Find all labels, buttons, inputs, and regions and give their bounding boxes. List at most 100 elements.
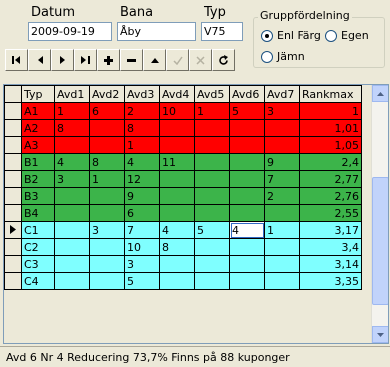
typ-cell[interactable]: B3 <box>21 187 55 205</box>
avd-cell[interactable]: 4 <box>229 221 265 239</box>
avd-cell[interactable] <box>89 136 125 154</box>
avd-cell[interactable] <box>54 255 90 273</box>
column-header-rankmax[interactable]: Rankmax <box>299 85 362 103</box>
table-row[interactable]: B3 9 2 2,76 <box>4 187 362 205</box>
last-record-button[interactable] <box>74 49 97 71</box>
cancel-button[interactable] <box>189 49 212 71</box>
avd-cell[interactable] <box>159 272 195 290</box>
avd-cell[interactable] <box>54 136 90 154</box>
avd-cell[interactable] <box>194 255 230 273</box>
typ-cell[interactable]: B1 <box>21 153 55 171</box>
refresh-button[interactable] <box>212 49 235 71</box>
datum-field[interactable]: 2009-09-19 <box>28 22 112 41</box>
avd-cell[interactable]: 6 <box>89 102 125 120</box>
avd-cell[interactable]: 1 <box>124 136 160 154</box>
typ-cell[interactable]: C2 <box>21 238 55 256</box>
avd-cell[interactable] <box>54 238 90 256</box>
avd-cell[interactable]: 10 <box>124 238 160 256</box>
avd-cell[interactable] <box>229 170 265 188</box>
table-row[interactable]: B2 3 1 12 7 2,77 <box>4 170 362 188</box>
vertical-scrollbar[interactable] <box>371 85 388 343</box>
avd-cell[interactable]: 10 <box>159 102 195 120</box>
avd-cell[interactable] <box>264 204 300 222</box>
avd-cell[interactable]: 9 <box>124 187 160 205</box>
table-row[interactable]: C1 3 7 4 5 4 1 3,17 <box>4 221 362 239</box>
avd-cell[interactable] <box>229 187 265 205</box>
rankmax-cell[interactable]: 2,4 <box>299 153 362 171</box>
typ-cell[interactable]: C4 <box>21 272 55 290</box>
avd-cell[interactable] <box>229 136 265 154</box>
avd-cell[interactable]: 11 <box>159 153 195 171</box>
rankmax-cell[interactable]: 1,01 <box>299 119 362 137</box>
scrollbar-thumb[interactable] <box>372 177 388 305</box>
avd-cell[interactable] <box>194 272 230 290</box>
column-header-avd6[interactable]: Avd6 <box>229 85 265 103</box>
avd-cell[interactable] <box>264 255 300 273</box>
bana-field[interactable]: Åby <box>117 22 196 41</box>
avd-cell[interactable] <box>54 187 90 205</box>
avd-cell[interactable] <box>159 170 195 188</box>
avd-cell[interactable] <box>54 204 90 222</box>
avd-cell[interactable]: 4 <box>124 153 160 171</box>
avd-cell[interactable] <box>159 255 195 273</box>
avd-cell[interactable] <box>89 204 125 222</box>
avd-cell[interactable] <box>194 153 230 171</box>
avd-cell[interactable]: 4 <box>54 153 90 171</box>
avd-cell[interactable] <box>264 136 300 154</box>
column-header-avd7[interactable]: Avd7 <box>264 85 300 103</box>
avd-cell[interactable] <box>159 187 195 205</box>
rankmax-cell[interactable]: 1,05 <box>299 136 362 154</box>
table-row[interactable]: B1 4 8 4 11 9 2,4 <box>4 153 362 171</box>
avd-cell[interactable] <box>229 255 265 273</box>
avd-cell[interactable]: 8 <box>124 119 160 137</box>
avd-cell[interactable]: 3 <box>54 170 90 188</box>
avd-cell[interactable]: 3 <box>124 255 160 273</box>
avd-cell[interactable]: 1 <box>264 221 300 239</box>
avd-cell[interactable] <box>264 238 300 256</box>
typ-cell[interactable]: B2 <box>21 170 55 188</box>
avd-cell[interactable] <box>229 238 265 256</box>
radio-egen[interactable]: Egen <box>325 29 369 42</box>
avd-cell[interactable]: 3 <box>89 221 125 239</box>
avd-cell[interactable] <box>229 204 265 222</box>
rankmax-cell[interactable]: 2,77 <box>299 170 362 188</box>
avd-cell[interactable]: 8 <box>159 238 195 256</box>
rankmax-cell[interactable]: 1 <box>299 102 362 120</box>
radio-jamn[interactable]: Jämn <box>261 50 305 63</box>
avd-cell[interactable]: 7 <box>264 170 300 188</box>
table-row[interactable]: B4 6 2,55 <box>4 204 362 222</box>
avd-cell[interactable]: 8 <box>54 119 90 137</box>
avd-cell[interactable] <box>194 136 230 154</box>
column-header-avd2[interactable]: Avd2 <box>89 85 125 103</box>
avd-cell[interactable] <box>229 272 265 290</box>
typ-cell[interactable]: A3 <box>21 136 55 154</box>
rankmax-cell[interactable]: 2,55 <box>299 204 362 222</box>
prior-record-button[interactable] <box>28 49 51 71</box>
avd-cell[interactable]: 4 <box>159 221 195 239</box>
first-record-button[interactable] <box>5 49 28 71</box>
table-row[interactable]: A3 1 1,05 <box>4 136 362 154</box>
table-row[interactable]: C2 10 8 3,4 <box>4 238 362 256</box>
column-header-typ[interactable]: Typ <box>21 85 55 103</box>
typ-field[interactable]: V75 <box>201 22 243 41</box>
rankmax-cell[interactable]: 3,17 <box>299 221 362 239</box>
avd-cell[interactable]: 2 <box>264 187 300 205</box>
avd-cell[interactable]: 3 <box>264 102 300 120</box>
radio-enl-farg[interactable]: Enl Färg <box>261 29 321 42</box>
avd-cell[interactable] <box>194 170 230 188</box>
avd-cell[interactable] <box>54 272 90 290</box>
avd-cell[interactable] <box>89 255 125 273</box>
table-row[interactable]: A1 1 6 2 10 1 5 3 1 <box>4 102 362 120</box>
post-button[interactable] <box>166 49 189 71</box>
avd-cell[interactable] <box>194 119 230 137</box>
avd-cell[interactable]: 1 <box>89 170 125 188</box>
avd-cell[interactable]: 1 <box>194 102 230 120</box>
avd-cell[interactable]: 5 <box>229 102 265 120</box>
avd-cell[interactable]: 5 <box>194 221 230 239</box>
avd-cell[interactable]: 7 <box>124 221 160 239</box>
avd-cell[interactable]: 5 <box>124 272 160 290</box>
avd-cell[interactable] <box>264 119 300 137</box>
avd-cell[interactable] <box>159 204 195 222</box>
avd-cell[interactable]: 9 <box>264 153 300 171</box>
avd-cell[interactable] <box>89 187 125 205</box>
